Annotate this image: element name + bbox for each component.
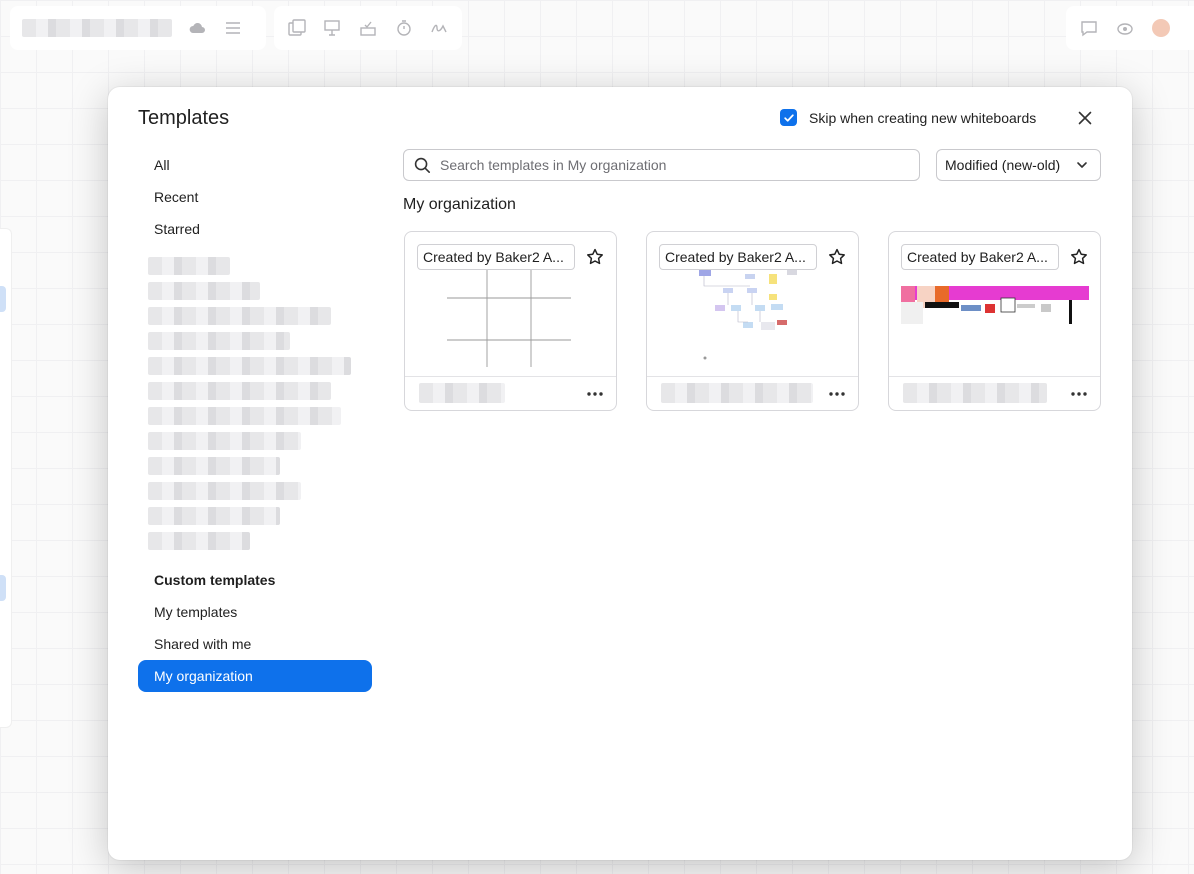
timer-icon[interactable] bbox=[393, 17, 415, 39]
redacted-category[interactable] bbox=[148, 357, 351, 375]
side-tab-top[interactable] bbox=[0, 286, 6, 312]
creator-tag: Created by Baker2 A... bbox=[659, 244, 817, 270]
star-icon[interactable] bbox=[1070, 248, 1088, 266]
card-divider bbox=[647, 376, 858, 377]
redacted-category[interactable] bbox=[148, 507, 280, 525]
redacted-category-list bbox=[138, 257, 372, 550]
chevron-down-icon bbox=[1077, 162, 1087, 168]
toolbar-left bbox=[10, 6, 266, 50]
view-icon[interactable] bbox=[1114, 17, 1136, 39]
template-name-redacted bbox=[661, 383, 813, 403]
template-categories-nav: All Recent Starred Custom templates My t… bbox=[138, 149, 372, 692]
avatar[interactable] bbox=[1150, 17, 1172, 39]
sort-dropdown[interactable]: Modified (new-old) bbox=[936, 149, 1101, 181]
redacted-category[interactable] bbox=[148, 457, 280, 475]
redacted-category[interactable] bbox=[148, 407, 341, 425]
redacted-category[interactable] bbox=[148, 532, 250, 550]
vote-icon[interactable] bbox=[357, 17, 379, 39]
menu-icon[interactable] bbox=[222, 17, 244, 39]
redacted-category[interactable] bbox=[148, 257, 230, 275]
cloud-icon[interactable] bbox=[186, 17, 208, 39]
redacted-category[interactable] bbox=[148, 482, 301, 500]
flowchart-thumbnail bbox=[699, 270, 797, 360]
dialog-title: Templates bbox=[138, 107, 230, 129]
search-icon bbox=[414, 157, 431, 173]
template-card[interactable]: Created by Baker2 A... bbox=[404, 231, 617, 411]
more-options-icon[interactable] bbox=[1068, 387, 1090, 401]
redacted-category[interactable] bbox=[148, 332, 290, 350]
creator-tag: Created by Baker2 A... bbox=[901, 244, 1059, 270]
redacted-category[interactable] bbox=[148, 282, 260, 300]
check-icon bbox=[783, 113, 794, 122]
template-grid: Created by Baker2 A... Created by Baker2… bbox=[404, 231, 1101, 411]
draw-icon[interactable] bbox=[428, 17, 450, 39]
more-options-icon[interactable] bbox=[826, 387, 848, 401]
more-options-icon[interactable] bbox=[584, 387, 606, 401]
skip-checkbox[interactable] bbox=[780, 109, 797, 126]
template-name-redacted bbox=[903, 383, 1047, 403]
nav-item-starred[interactable]: Starred bbox=[138, 213, 372, 245]
section-title: My organization bbox=[403, 196, 516, 213]
card-divider bbox=[405, 376, 616, 377]
star-icon[interactable] bbox=[828, 248, 846, 266]
sort-selected-label: Modified (new-old) bbox=[945, 157, 1061, 173]
creator-tag: Created by Baker2 A... bbox=[417, 244, 575, 270]
template-card[interactable]: Created by Baker2 A... bbox=[646, 231, 859, 411]
template-card[interactable]: Created by Baker2 A... bbox=[888, 231, 1101, 411]
close-icon bbox=[1078, 111, 1092, 125]
search-box[interactable] bbox=[403, 149, 920, 181]
nav-item-my-templates[interactable]: My templates bbox=[138, 596, 372, 628]
present-icon[interactable] bbox=[322, 17, 344, 39]
toolbar-center bbox=[274, 6, 462, 50]
side-tab-bottom[interactable] bbox=[0, 575, 6, 601]
toolbar-right bbox=[1066, 6, 1194, 50]
pages-icon[interactable] bbox=[286, 17, 308, 39]
banner-thumbnail bbox=[901, 286, 1089, 324]
nav-item-my-organization[interactable]: My organization bbox=[138, 660, 372, 692]
nav-item-recent[interactable]: Recent bbox=[138, 181, 372, 213]
nav-item-shared-with-me[interactable]: Shared with me bbox=[138, 628, 372, 660]
whiteboard-name-redacted[interactable] bbox=[22, 19, 172, 37]
card-divider bbox=[889, 376, 1100, 377]
star-icon[interactable] bbox=[586, 248, 604, 266]
skip-label: Skip when creating new whiteboards bbox=[809, 109, 1037, 126]
custom-templates-heading: Custom templates bbox=[154, 572, 276, 588]
search-input[interactable] bbox=[440, 157, 900, 173]
skip-option[interactable]: Skip when creating new whiteboards bbox=[780, 109, 1036, 126]
templates-dialog: Templates Skip when creating new whitebo… bbox=[108, 87, 1132, 860]
redacted-category[interactable] bbox=[148, 307, 331, 325]
close-button[interactable] bbox=[1074, 107, 1096, 129]
redacted-category[interactable] bbox=[148, 432, 301, 450]
nav-item-all[interactable]: All bbox=[138, 149, 372, 181]
comment-icon[interactable] bbox=[1078, 17, 1100, 39]
template-name-redacted bbox=[419, 383, 505, 403]
grid-thumbnail bbox=[447, 270, 571, 367]
redacted-category[interactable] bbox=[148, 382, 331, 400]
